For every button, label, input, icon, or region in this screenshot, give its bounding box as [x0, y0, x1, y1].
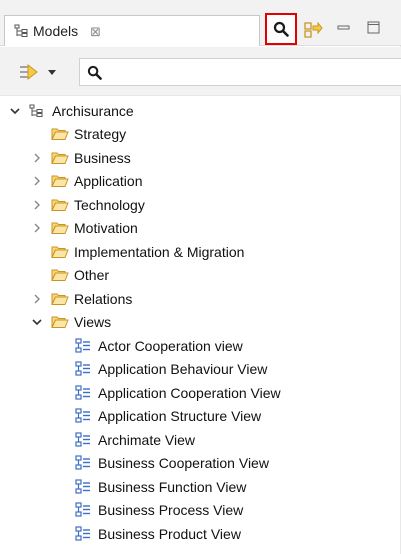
- tree-folder-relations[interactable]: Relations: [31, 287, 132, 310]
- folder-icon: [51, 173, 69, 189]
- tree-view-item[interactable]: Application Structure View: [75, 404, 261, 427]
- search-filter-bar: [0, 47, 401, 96]
- tree-view-item[interactable]: Application Behaviour View: [75, 357, 267, 380]
- folder-icon: [51, 150, 69, 166]
- tree-item-label: Views: [74, 313, 112, 330]
- tree-item-label: Relations: [74, 290, 133, 307]
- tree-folder-business[interactable]: Business: [31, 146, 131, 169]
- tree-item-label: Business Process View: [98, 501, 244, 518]
- link-with-editor-icon: [304, 21, 323, 38]
- folder-icon: [51, 126, 69, 142]
- tree-item-label: Motivation: [74, 219, 138, 236]
- tree-item-label: Business Function View: [98, 478, 247, 495]
- search-field[interactable]: [79, 58, 401, 86]
- tree-item-label: Application Structure View: [98, 407, 262, 424]
- filter-icon: [20, 63, 38, 81]
- folder-icon: [51, 267, 69, 283]
- tab-close-icon[interactable]: ⊠: [90, 25, 101, 38]
- tree-view-item[interactable]: Business Function View: [75, 475, 246, 498]
- tree-item-label: Implementation & Migration: [74, 243, 245, 260]
- tree-view-item[interactable]: Business Product View: [75, 522, 241, 545]
- folder-icon: [51, 220, 69, 236]
- chevron-down-icon: [48, 70, 56, 75]
- chevron-right-icon[interactable]: [31, 175, 43, 187]
- tree-folder-views[interactable]: Views: [31, 310, 111, 333]
- chevron-down-icon[interactable]: [31, 316, 43, 328]
- maximize-button[interactable]: [366, 20, 382, 36]
- chevron-down-icon[interactable]: [9, 105, 21, 117]
- diagram-view-icon: [75, 431, 93, 448]
- tree-folder-application[interactable]: Application: [31, 169, 143, 192]
- diagram-view-icon: [75, 360, 93, 377]
- chevron-right-icon[interactable]: [31, 222, 43, 234]
- tab-models-label: Models: [33, 23, 79, 39]
- tree-folder-strategy[interactable]: Strategy: [31, 122, 126, 145]
- tree-item-label: Other: [74, 266, 110, 283]
- diagram-view-icon: [75, 478, 93, 495]
- tree-folder-motivation[interactable]: Motivation: [31, 216, 138, 239]
- chevron-right-icon[interactable]: [31, 199, 43, 211]
- folder-open-icon: [51, 314, 69, 330]
- tree-folder-other[interactable]: Other: [31, 263, 109, 286]
- search-icon: [87, 65, 102, 80]
- tree-folder-implementation-migration[interactable]: Implementation & Migration: [31, 240, 244, 263]
- folder-icon: [51, 244, 69, 260]
- tree-item-label: Application Behaviour View: [98, 360, 268, 377]
- minimize-icon: [337, 25, 350, 30]
- diagram-view-icon: [75, 525, 93, 542]
- folder-icon: [51, 291, 69, 307]
- view-tab-bar: Models ⊠: [0, 0, 401, 46]
- tree-item-label: Business: [74, 149, 131, 166]
- tree-item-label: Actor Cooperation view: [98, 337, 243, 354]
- search-icon: [273, 21, 289, 37]
- diagram-view-icon: [75, 337, 93, 354]
- tree-item-root[interactable]: Archisurance: [9, 99, 134, 122]
- tree-view-item[interactable]: Business Process View: [75, 498, 243, 521]
- diagram-view-icon: [75, 454, 93, 471]
- tree-folder-technology[interactable]: Technology: [31, 193, 145, 216]
- tree-item-label: Archisurance: [52, 102, 134, 119]
- maximize-icon: [367, 21, 380, 34]
- chevron-right-icon[interactable]: [31, 152, 43, 164]
- chevron-right-icon[interactable]: [31, 293, 43, 305]
- tree-view-item[interactable]: Actor Cooperation view: [75, 334, 243, 357]
- link-with-editor-button[interactable]: [303, 20, 323, 40]
- search-input[interactable]: [108, 63, 392, 81]
- model-tree-icon: [14, 24, 28, 37]
- tree-item-label: Archimate View: [98, 431, 196, 448]
- diagram-view-icon: [75, 501, 93, 518]
- tab-models[interactable]: Models ⊠: [4, 15, 260, 46]
- diagram-view-icon: [75, 407, 93, 424]
- minimize-button[interactable]: [336, 20, 352, 36]
- tree-item-label: Business Cooperation View: [98, 454, 269, 471]
- folder-icon: [51, 197, 69, 213]
- tree-item-label: Strategy: [74, 125, 127, 142]
- search-toggle-button[interactable]: [265, 13, 297, 45]
- tree-item-label: Technology: [74, 196, 145, 213]
- tree-view-item[interactable]: Business Cooperation View: [75, 451, 269, 474]
- tree-view-item[interactable]: Application Cooperation View: [75, 381, 281, 404]
- tree-item-label: Business Product View: [98, 525, 241, 542]
- tree-view-item[interactable]: Archimate View: [75, 428, 195, 451]
- diagram-view-icon: [75, 384, 93, 401]
- filter-options-button[interactable]: [18, 60, 62, 84]
- model-tree-panel: Models ⊠ Archisurance Strategy Business …: [0, 0, 401, 554]
- tree-item-label: Application Cooperation View: [98, 384, 281, 401]
- tree-item-label: Application: [74, 172, 143, 189]
- model-icon: [29, 103, 47, 119]
